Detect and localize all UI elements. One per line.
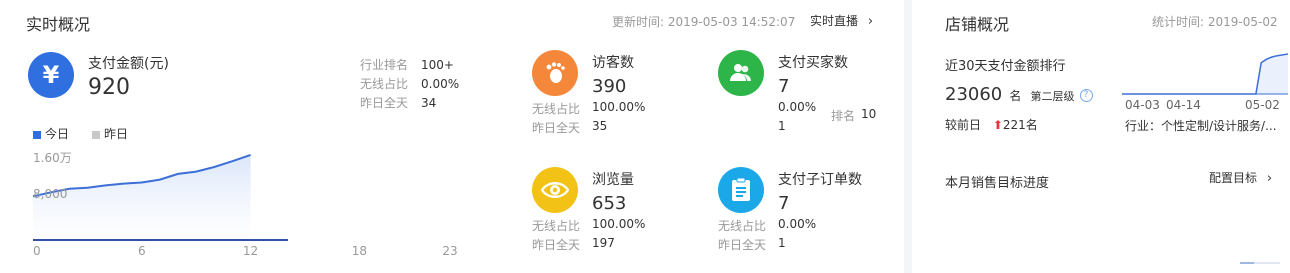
rank-amount-value: 23060 [945, 84, 1003, 105]
x-tick-label: 0 [33, 244, 41, 258]
rank-unit: 名 [1009, 89, 1022, 103]
pay-amount-label: 支付金额(元) [88, 56, 169, 72]
pay-stats-values: 100+ 0.00% 34 [421, 56, 459, 113]
metric-row-value: 100.00% [592, 217, 646, 231]
stat-label: 昨日全天 [360, 96, 409, 110]
y-tick-label: 8,000 [33, 187, 67, 201]
stat-label: 行业排名 [360, 58, 409, 72]
legend-swatch-today [33, 130, 41, 139]
config-target-link[interactable]: 配置目标 › [1209, 169, 1272, 186]
pay-amount-value: 920 [88, 75, 130, 100]
store-overview-panel: 店铺概况 统计时间: 2019-05-02 近30天支付金额排行 23060 名… [912, 0, 1290, 273]
rank-title: 近30天支付金额排行 [945, 59, 1066, 74]
compare-value: 221名 [1002, 118, 1038, 132]
metric-value: 653 [592, 193, 627, 214]
stat-label: 无线占比 [360, 77, 409, 91]
metric-row-value: 1 [778, 119, 786, 133]
metric-value: 7 [778, 193, 790, 214]
x-tick-label: 12 [243, 244, 258, 258]
legend-swatch-yesterday [92, 130, 100, 139]
mini-xtick: 04-03 [1125, 98, 1160, 112]
x-tick-label: 6 [138, 244, 146, 258]
help-icon[interactable]: ? [1079, 89, 1093, 102]
target-label: 本月销售目标进度 [945, 176, 1050, 191]
metric-row-label: 昨日全天 [532, 121, 581, 135]
metric-rank-value: 10 [861, 107, 877, 121]
metric-row-value: 35 [592, 119, 608, 133]
chevron-right-icon[interactable]: › [868, 14, 873, 29]
panel-title: 实时概况 [26, 15, 91, 34]
clipboard-icon [718, 167, 764, 213]
pay-stats-labels: 行业排名 无线占比 昨日全天 [360, 56, 408, 113]
scroll-thumb[interactable] [1240, 262, 1254, 264]
live-link[interactable]: 实时直播 › [810, 12, 873, 29]
metric-row-value: 0.00% [778, 100, 817, 114]
industry-label: 行业：个性定制/设计服务/... [1125, 119, 1277, 133]
compare-label: 较前日 [945, 118, 982, 132]
mini-area [1122, 54, 1288, 94]
eye-icon [532, 167, 578, 213]
yen-icon: ¥ [28, 52, 74, 98]
legend-label: 今日 [45, 127, 70, 141]
stat-time-label: 统计时间: [1152, 15, 1205, 29]
metric-row-value: 0.00% [778, 217, 817, 231]
arrow-up-icon: ⬆ [992, 118, 1003, 132]
metric-row-label: 无线占比 [532, 219, 581, 233]
metric-row-value: 197 [592, 236, 615, 250]
stat-value: 34 [421, 96, 437, 110]
metric-name: 支付买家数 [778, 55, 848, 71]
metric-row-value: 100.00% [592, 100, 646, 114]
users-icon [718, 50, 764, 96]
metric-rank-label: 排名 [831, 109, 856, 123]
legend-label: 昨日 [104, 127, 129, 141]
metric-name: 浏览量 [592, 172, 634, 188]
stat-value: 100+ [421, 58, 454, 72]
mini-xtick: 04-14 [1166, 98, 1201, 112]
footprint-icon [532, 50, 578, 96]
rank-level: 第二层级 [1030, 90, 1075, 103]
x-tick-label: 18 [352, 244, 367, 258]
stat-time: 统计时间: 2019-05-02 [1152, 13, 1278, 30]
rank-amount: 23060 名 第二层级 ? [945, 84, 1093, 105]
chevron-right-icon[interactable]: › [1267, 171, 1272, 186]
x-tick-label: 23 [442, 244, 457, 258]
metric-row-label: 无线占比 [532, 102, 581, 116]
metric-value: 390 [592, 76, 627, 97]
y-tick-label: 1.60万 [33, 151, 72, 165]
live-link-label[interactable]: 实时直播 [810, 14, 858, 28]
metric-row-value: 1 [778, 236, 786, 250]
metric-name: 支付子订单数 [778, 172, 862, 188]
config-target-label[interactable]: 配置目标 [1209, 171, 1257, 185]
scroll-indicator[interactable] [1240, 262, 1280, 264]
metric-value: 7 [778, 76, 790, 97]
metric-name: 访客数 [592, 55, 634, 71]
stat-time-value: 2019-05-02 [1207, 15, 1278, 29]
compare-row: 较前日 ⬆221名 [945, 116, 1038, 133]
update-time-value: 2019-05-03 14:52:07 [667, 15, 796, 29]
metric-row-label: 昨日全天 [532, 238, 581, 252]
trend-chart: 8,000 1.60万 0 6 12 18 23 [32, 151, 458, 258]
panel-title: 店铺概况 [945, 15, 1010, 34]
stat-value: 0.00% [421, 77, 460, 91]
update-time-label: 更新时间: [612, 15, 665, 29]
update-time: 更新时间: 2019-05-03 14:52:07 [612, 13, 795, 30]
metric-row-label: 无线占比 [718, 219, 767, 233]
realtime-overview-panel: 实时概况 更新时间: 2019-05-03 14:52:07 实时直播 › ¥ … [0, 0, 904, 273]
metric-row-label: 昨日全天 [718, 238, 767, 252]
mini-xtick: 05-02 [1245, 98, 1280, 112]
